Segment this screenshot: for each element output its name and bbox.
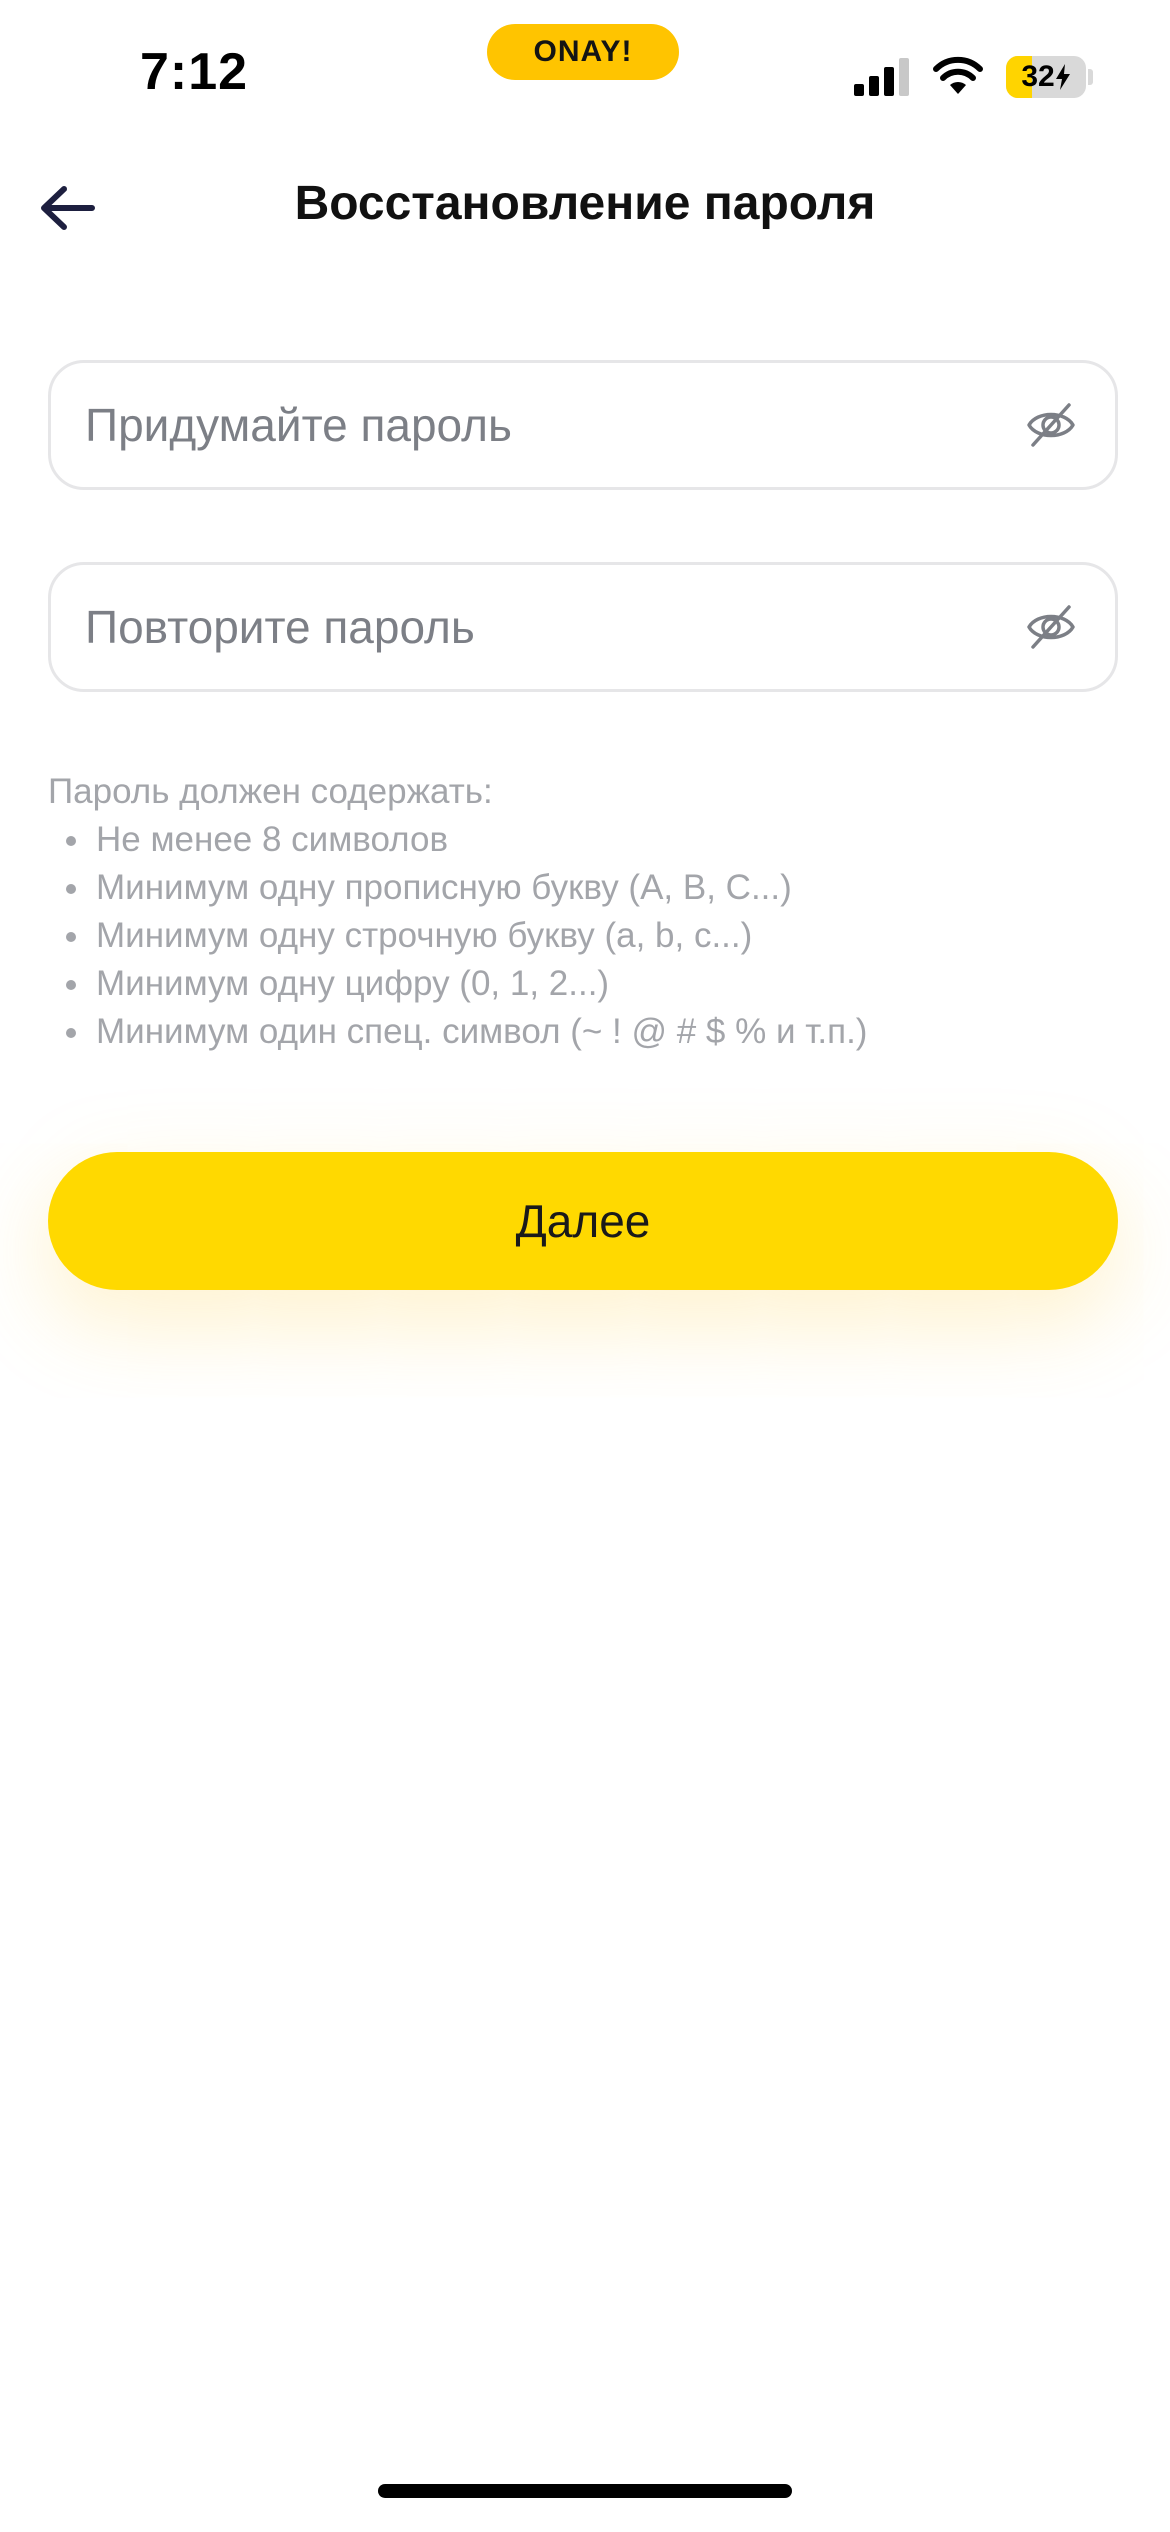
battery-cap [1088, 69, 1093, 85]
bullet-icon [66, 836, 76, 846]
bullet-icon [66, 1028, 76, 1038]
password-requirements: Пароль должен содержать: Не менее 8 симв… [48, 768, 1118, 1056]
list-item: Минимум одну прописную букву (A, B, C...… [48, 864, 1118, 912]
battery-level: 32 [1021, 60, 1055, 93]
bullet-icon [66, 980, 76, 990]
requirement-text: Минимум одну прописную букву (A, B, C...… [96, 868, 792, 907]
list-item: Минимум одну цифру (0, 1, 2...) [48, 960, 1118, 1008]
list-item: Минимум один спец. символ (~ ! @ # $ % и… [48, 1008, 1118, 1056]
wifi-icon [933, 56, 983, 94]
bullet-icon [66, 932, 76, 942]
list-item: Не менее 8 символов [48, 816, 1118, 864]
list-item: Минимум одну строчную букву (a, b, c...) [48, 912, 1118, 960]
status-bar: 7:12 ONAY! 32 [0, 0, 1170, 150]
page-title: Восстановление пароля [294, 177, 876, 230]
header: Восстановление пароля [0, 150, 1170, 270]
eye-off-icon[interactable] [1025, 399, 1077, 451]
requirement-text: Минимум одну цифру (0, 1, 2...) [96, 964, 610, 1003]
password-recovery-screen: 7:12 ONAY! 32 Восстановление пароля Паро… [0, 0, 1170, 2532]
status-time: 7:12 [140, 43, 249, 101]
requirement-text: Не менее 8 символов [96, 820, 449, 859]
requirement-text: Минимум один спец. символ (~ ! @ # $ % и… [96, 1012, 868, 1051]
repeat-password-field[interactable] [48, 562, 1118, 692]
cellular-signal-icon [854, 58, 909, 96]
new-password-input[interactable] [85, 363, 985, 487]
bullet-icon [66, 884, 76, 894]
app-badge-label: ONAY! [533, 35, 633, 68]
app-badge[interactable]: ONAY! [487, 24, 679, 80]
requirements-list: Не менее 8 символов Минимум одну прописн… [48, 816, 1118, 1056]
new-password-field[interactable] [48, 360, 1118, 490]
requirements-title: Пароль должен содержать: [48, 772, 493, 811]
next-button[interactable]: Далее [48, 1152, 1118, 1290]
requirement-text: Минимум одну строчную букву (a, b, c...) [96, 916, 753, 955]
home-indicator[interactable] [378, 2484, 792, 2498]
repeat-password-input[interactable] [85, 565, 985, 689]
battery-icon: 32 [1006, 56, 1086, 98]
eye-off-icon[interactable] [1025, 601, 1077, 653]
charging-bolt-icon [1055, 64, 1070, 90]
